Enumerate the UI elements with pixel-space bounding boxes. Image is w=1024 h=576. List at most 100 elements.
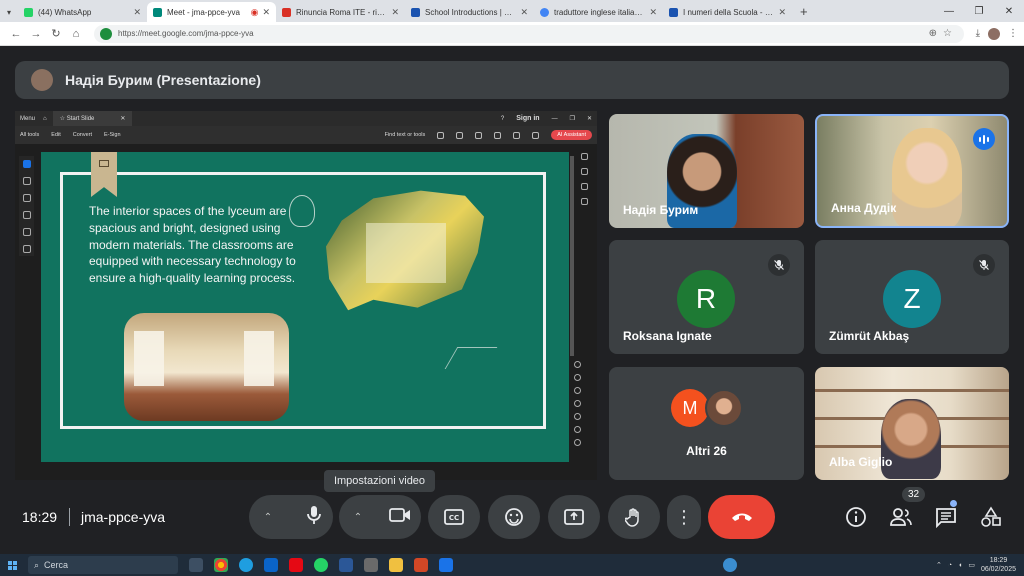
others-tile[interactable]: M Altri 26 [609, 367, 804, 480]
tab-school-introductions[interactable]: School Introductions | Europea... ✕ [405, 2, 534, 22]
sign-in-button[interactable]: Sign in [516, 115, 539, 122]
edge-icon[interactable] [239, 558, 253, 572]
extract-icon[interactable] [574, 413, 581, 420]
comment-icon[interactable] [532, 131, 540, 139]
file-explorer-icon[interactable] [389, 558, 403, 572]
chat-button[interactable] [933, 504, 959, 530]
word-icon[interactable] [339, 558, 353, 572]
layers-icon[interactable] [580, 168, 588, 175]
search-icon[interactable] [437, 131, 445, 139]
draw-icon[interactable] [22, 211, 31, 219]
volume-icon[interactable]: ◖ [958, 562, 962, 569]
help-icon[interactable]: ? [501, 116, 504, 122]
network-icon[interactable]: ◔ [948, 562, 952, 569]
close-tab-icon[interactable]: ✕ [778, 7, 786, 18]
task-view-icon[interactable] [189, 558, 203, 572]
captions-button[interactable]: CC [428, 495, 480, 539]
raise-hand-button[interactable] [608, 495, 660, 539]
minimize-icon[interactable]: — [934, 6, 964, 17]
site-info-icon[interactable] [100, 27, 112, 40]
copy-icon[interactable] [580, 198, 588, 205]
participant-tile[interactable]: Z Zümrüt Akbaş [815, 240, 1009, 354]
zoom-icon[interactable] [22, 177, 31, 185]
reload-icon[interactable]: ↻ [46, 27, 66, 40]
menu-convert[interactable]: Convert [73, 132, 92, 138]
participant-tile[interactable]: Надія Бурим [609, 114, 804, 228]
battery-icon[interactable]: ▭ [968, 561, 975, 569]
windows-start-icon[interactable] [7, 560, 17, 570]
find-tools-input[interactable]: Find text or tools [385, 132, 426, 138]
close-tab-icon[interactable]: ✕ [649, 7, 657, 18]
tab-search-icon[interactable]: ▾ [0, 2, 18, 22]
pdf-home-icon[interactable]: ⌂ [43, 116, 47, 122]
microphone-button[interactable] [305, 505, 323, 530]
pdf-menu-button[interactable]: Menu [20, 116, 35, 122]
new-tab-button[interactable]: + [792, 2, 816, 22]
attachment-icon[interactable] [580, 183, 588, 190]
video-options-chevron-icon[interactable]: ⌃ [349, 508, 367, 526]
close-tab-icon[interactable]: ✕ [133, 7, 141, 18]
close-tab-icon[interactable]: ✕ [262, 7, 270, 18]
ai-assistant-button[interactable]: AI Assistant [551, 130, 592, 140]
app-icon[interactable] [439, 558, 453, 572]
menu-edit[interactable]: Edit [51, 132, 60, 138]
close-tab-icon[interactable]: ✕ [391, 7, 399, 18]
meeting-info-button[interactable] [843, 504, 869, 530]
participant-tile-speaking[interactable]: Анна Дудік [815, 114, 1009, 228]
page-up-icon[interactable] [574, 374, 581, 381]
menu-all-tools[interactable]: All tools [20, 132, 39, 138]
present-button[interactable] [548, 495, 600, 539]
activities-button[interactable] [978, 504, 1004, 530]
tab-gmail[interactable]: Rinuncia Roma ITE - richiesta c... ✕ [276, 2, 405, 22]
netflix-icon[interactable] [289, 558, 303, 572]
whatsapp-icon[interactable] [314, 558, 328, 572]
powerpoint-icon[interactable] [414, 558, 428, 572]
zoom-in-icon[interactable] [574, 426, 581, 433]
page-number-icon[interactable] [574, 361, 581, 368]
restore-icon[interactable]: ❐ [570, 115, 575, 122]
thumbnail-icon[interactable] [580, 153, 588, 160]
tab-translator[interactable]: traduttore inglese italiano - Co... ✕ [534, 2, 663, 22]
save-icon[interactable] [456, 131, 464, 139]
close-tab-icon[interactable]: ✕ [520, 7, 528, 18]
menu-e-sign[interactable]: E-Sign [104, 132, 121, 138]
app-icon[interactable] [364, 558, 378, 572]
stamp-icon[interactable] [22, 245, 31, 253]
reactions-button[interactable] [488, 495, 540, 539]
download-icon[interactable]: ⤓ [976, 28, 980, 39]
text-select-icon[interactable] [22, 228, 31, 236]
page-down-icon[interactable] [574, 387, 581, 394]
tray-chevron-icon[interactable]: ⌃ [936, 561, 942, 569]
participant-tile[interactable]: Alba Giglio [815, 367, 1009, 480]
leave-call-button[interactable] [708, 495, 775, 539]
taskbar-clock[interactable]: 18:29 06/02/2025 [981, 556, 1016, 574]
participant-tile[interactable]: R Roksana Ignate [609, 240, 804, 354]
outlook-icon[interactable] [264, 558, 278, 572]
rotate-icon[interactable] [574, 400, 581, 407]
pen-icon[interactable] [22, 194, 31, 202]
restore-icon[interactable]: ❐ [964, 6, 994, 17]
people-button[interactable] [888, 504, 914, 530]
close-window-icon[interactable]: ✕ [587, 115, 592, 122]
share-icon[interactable] [494, 131, 502, 139]
back-icon[interactable]: ← [6, 28, 26, 40]
more-menu-icon[interactable]: ⋮ [1008, 28, 1018, 39]
tab-meet[interactable]: Meet - jma-ppce-yva ◉ ✕ [147, 2, 276, 22]
minimize-icon[interactable]: — [552, 116, 558, 122]
select-cursor-icon[interactable] [22, 160, 31, 168]
zoom-out-icon[interactable] [574, 439, 581, 446]
profile-avatar[interactable] [988, 27, 1000, 40]
camera-button[interactable] [389, 507, 411, 528]
tab-whatsapp[interactable]: (44) WhatsApp ✕ [18, 2, 147, 22]
zoom-star-icons[interactable]: ⊕☆ [929, 28, 958, 39]
print-icon[interactable] [475, 131, 483, 139]
pdf-tab[interactable]: ☆ Start Slide ✕ [52, 111, 133, 126]
audio-options-chevron-icon[interactable]: ⌃ [259, 508, 277, 526]
link-icon[interactable] [513, 131, 521, 139]
close-window-icon[interactable]: ✕ [994, 6, 1024, 17]
more-options-button[interactable]: ⋮ [667, 495, 701, 539]
tab-numeri-scuola[interactable]: I numeri della Scuola - IIS E.SIC... ✕ [663, 2, 792, 22]
forward-icon[interactable]: → [26, 28, 46, 40]
close-icon[interactable]: ✕ [120, 115, 125, 122]
chrome-icon[interactable] [214, 558, 228, 572]
